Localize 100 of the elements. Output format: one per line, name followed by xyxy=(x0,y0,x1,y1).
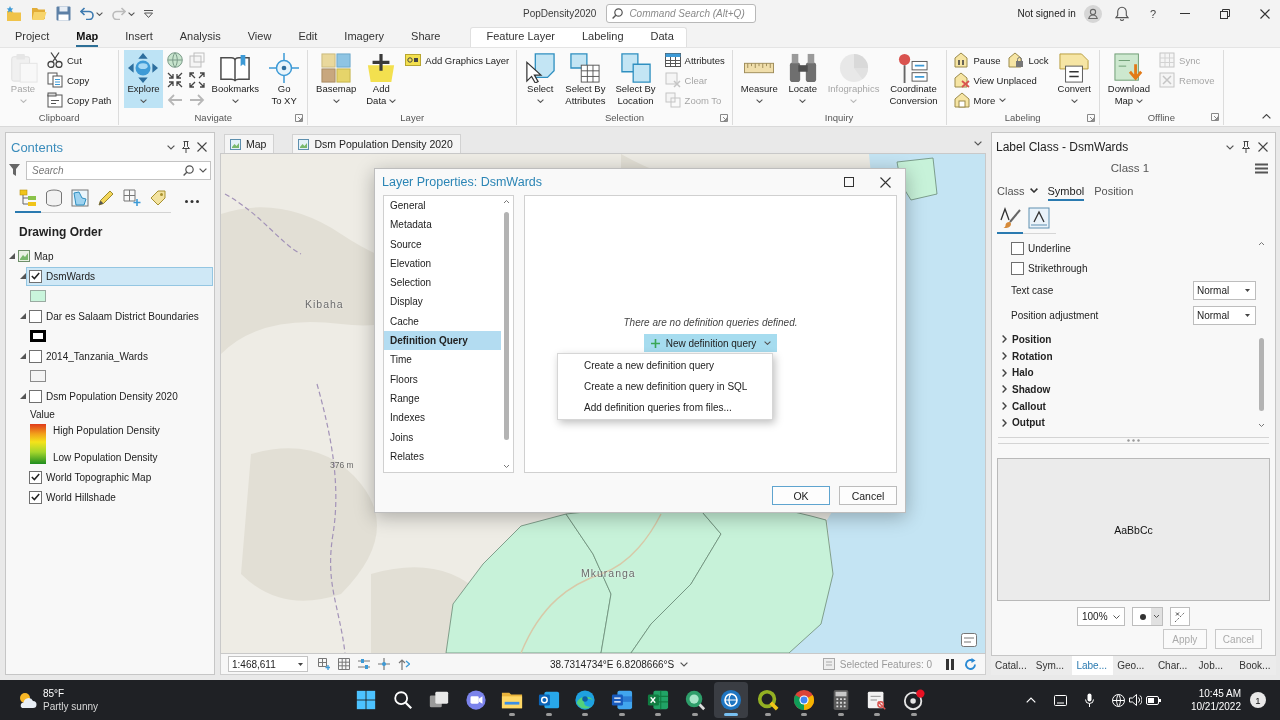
ribbon-button[interactable]: Measure xyxy=(737,50,781,108)
ribbon-tab[interactable]: Labeling xyxy=(581,28,624,47)
command-search-field[interactable]: Command Search (Alt+Q) xyxy=(606,4,757,23)
search-icon[interactable] xyxy=(183,164,194,176)
ribbon-tab[interactable]: Edit xyxy=(298,28,318,47)
layer-checkbox[interactable] xyxy=(29,470,42,484)
chevron-down-icon[interactable] xyxy=(199,167,207,173)
chevron-up-icon[interactable] xyxy=(1025,697,1036,703)
dialog-launcher-icon[interactable] xyxy=(1086,113,1095,122)
layer-checkbox[interactable] xyxy=(29,349,42,363)
pane-tab[interactable]: Class xyxy=(997,182,1038,201)
dock-tab[interactable]: Geo... xyxy=(1113,656,1154,675)
new-query-button[interactable]: New definition query xyxy=(643,334,778,352)
section-header[interactable]: Output xyxy=(1002,414,1045,432)
ribbon-button[interactable]: Add Graphics Layer xyxy=(403,50,512,70)
nav-item[interactable]: Source xyxy=(384,234,501,254)
map-tab[interactable]: Map xyxy=(224,134,275,153)
ribbon-button[interactable]: Add Data xyxy=(363,50,400,108)
ribbon-button[interactable]: Convert xyxy=(1054,50,1094,108)
layer-item[interactable]: DsmWards xyxy=(26,266,213,286)
ribbon-tab[interactable]: Analysis xyxy=(179,28,221,47)
section-header[interactable]: Rotation xyxy=(1002,347,1053,365)
dock-tab[interactable]: Catal... xyxy=(991,656,1032,675)
grid-plus-icon[interactable] xyxy=(318,658,330,670)
dock-tab[interactable]: Labe... xyxy=(1072,656,1114,675)
ribbon-button[interactable]: Go To XY xyxy=(266,50,303,108)
list-box-icon[interactable] xyxy=(961,633,977,647)
help-button[interactable]: ? xyxy=(1149,7,1156,20)
nav-item[interactable]: Selection xyxy=(384,273,501,293)
section-header[interactable]: Halo xyxy=(1002,364,1034,382)
crosshair-icon[interactable] xyxy=(378,658,390,670)
notification-badge[interactable]: 1 xyxy=(1250,692,1266,708)
chevron-down-icon[interactable] xyxy=(167,144,175,150)
ribbon-button[interactable]: Select By Attributes xyxy=(562,50,609,108)
bell-icon[interactable] xyxy=(1114,6,1129,21)
ribbon-tab[interactable]: Feature Layer xyxy=(486,28,555,47)
ribbon-tab[interactable]: Imagery xyxy=(344,28,385,47)
layer-checkbox[interactable] xyxy=(29,269,42,283)
dock-tab[interactable]: Job... xyxy=(1194,656,1236,675)
nav-item[interactable]: Indexes xyxy=(384,408,501,428)
dialog-launcher-icon[interactable] xyxy=(1210,113,1219,122)
nav-item[interactable]: Time xyxy=(384,350,501,370)
taskbar-button[interactable] xyxy=(714,682,748,718)
zoom-in-arrows-icon[interactable] xyxy=(166,72,183,88)
section-header[interactable]: Shadow xyxy=(1002,381,1051,398)
pin-icon[interactable] xyxy=(1242,141,1250,153)
ribbon-button[interactable]: Explore xyxy=(124,50,163,108)
nav-item[interactable]: Definition Query xyxy=(384,331,501,351)
close-icon[interactable] xyxy=(1260,8,1270,19)
pause-icon[interactable] xyxy=(946,658,954,670)
ribbon-button[interactable]: Lock xyxy=(1006,50,1051,70)
up-arrow-icon[interactable] xyxy=(398,658,410,670)
map-tab[interactable]: Dsm Population Density 2020 xyxy=(292,134,461,153)
nav-item[interactable]: Cache xyxy=(384,311,501,332)
save-icon[interactable] xyxy=(56,6,71,21)
zoom-out-arrows-icon[interactable] xyxy=(188,72,205,88)
battery-icon[interactable] xyxy=(1145,695,1161,705)
layer-checkbox[interactable] xyxy=(29,389,42,403)
ribbon-tab[interactable]: View xyxy=(247,28,272,47)
nav-item[interactable]: Metadata xyxy=(384,215,501,235)
maximize-icon[interactable] xyxy=(844,177,854,187)
ribbon-button[interactable]: Pause xyxy=(951,50,1003,70)
nav-item[interactable]: Elevation xyxy=(384,253,501,274)
pin-icon[interactable] xyxy=(182,141,190,153)
dock-tab[interactable]: Char... xyxy=(1153,656,1195,675)
symbol-tab[interactable] xyxy=(997,207,1023,234)
ribbon-tab[interactable]: Project xyxy=(15,28,50,47)
option-checkbox[interactable] xyxy=(1011,261,1024,275)
restore-icon[interactable] xyxy=(1220,8,1230,19)
nav-item[interactable]: Display xyxy=(384,292,501,312)
dropdown[interactable]: Normal xyxy=(1193,306,1256,325)
dialog-launcher-icon[interactable] xyxy=(719,113,728,122)
ribbon-button[interactable]: Cut xyxy=(45,50,84,70)
ribbon-tab[interactable]: Insert xyxy=(125,28,153,47)
ok-button[interactable]: OK xyxy=(772,486,830,505)
ribbon-tab[interactable]: Data xyxy=(650,28,674,47)
dock-tab[interactable]: Sym... xyxy=(1031,656,1073,675)
grid-icon[interactable] xyxy=(338,658,350,670)
chevron-down-icon[interactable] xyxy=(974,141,982,146)
ribbon-button[interactable]: Attributes xyxy=(662,50,727,70)
ribbon-button[interactable]: Locate xyxy=(784,50,821,108)
layer-checkbox[interactable] xyxy=(29,490,42,504)
ribbon-button[interactable]: Basemap xyxy=(313,50,360,108)
more-icon[interactable] xyxy=(185,199,199,203)
toggle-button[interactable] xyxy=(1170,607,1190,626)
filter-icon[interactable] xyxy=(9,164,20,176)
splitter-handle[interactable] xyxy=(998,437,1269,444)
scale-dropdown[interactable]: 1:468,611 xyxy=(228,656,308,672)
ribbon-button[interactable]: Download Map xyxy=(1104,50,1154,108)
dock-tab[interactable]: Book... xyxy=(1235,656,1277,675)
layer-item[interactable]: Dsm Population Density 2020 xyxy=(26,386,213,406)
layer-item[interactable]: 2014_Tanzania_Wards xyxy=(26,346,213,366)
ribbon-button[interactable]: Copy xyxy=(45,70,92,90)
dropdown[interactable]: Normal xyxy=(1193,281,1256,300)
ribbon-button[interactable]: Select xyxy=(522,50,559,108)
dialog-launcher-icon[interactable] xyxy=(295,113,304,122)
chevron-down-icon[interactable] xyxy=(680,661,689,667)
close-icon[interactable] xyxy=(1258,142,1268,152)
nav-item[interactable]: Floors xyxy=(384,369,501,389)
dropdown[interactable] xyxy=(1132,607,1163,626)
